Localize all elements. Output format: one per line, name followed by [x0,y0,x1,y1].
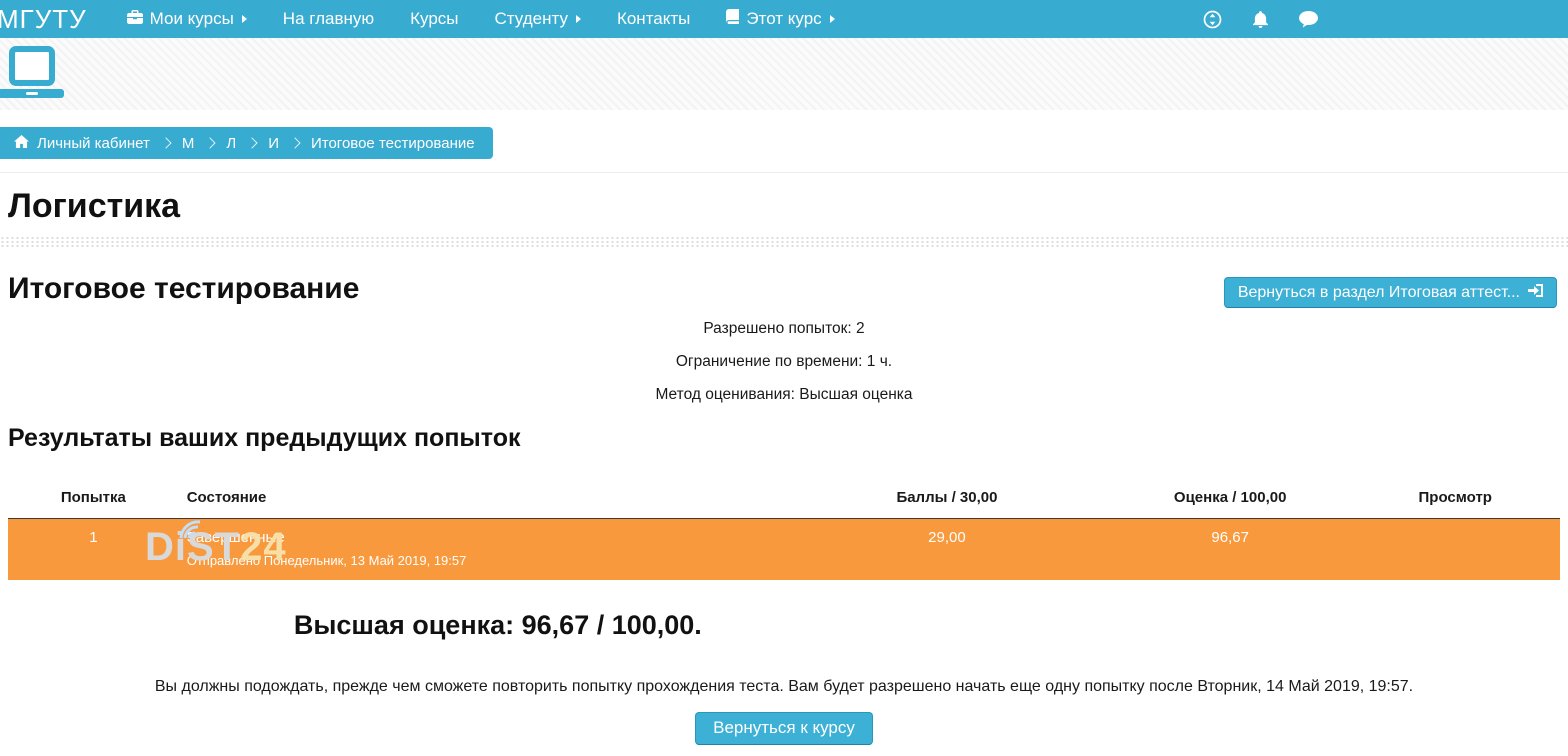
caret-icon [576,15,581,23]
caret-icon [242,15,247,23]
final-grade-text: Высшая оценка: 96,67 / 100,00. [0,610,996,640]
state-cell: Завершенные Отправлено Понедельник, 13 М… [179,519,784,580]
nav-label: Мои курсы [150,9,234,29]
button-label: Вернуться в раздел Итоговая аттест... [1238,284,1520,302]
submitted-text: Отправлено Понедельник, 13 Май 2019, 19:… [187,553,776,568]
table-row: 1 Завершенные Отправлено Понедельник, 13… [8,519,1560,580]
chevron-right-icon [205,137,216,148]
nav-contacts[interactable]: Контакты [599,0,708,38]
wait-message: Вы должны подождать, прежде чем сможете … [0,677,1568,696]
breadcrumb-label: Личный кабинет [37,135,150,152]
nav-this-course[interactable]: Этот курс [708,0,852,38]
laptop-logo-icon[interactable] [0,44,72,100]
col-state: Состояние [179,477,784,519]
header-banner [0,38,1568,110]
navbar-right-icons [1203,0,1318,38]
laptop-notch [26,92,38,95]
nav-label: Контакты [617,9,690,29]
table-header-row: Попытка Состояние Баллы / 30,00 Оценка /… [8,477,1560,519]
nav-label: Студенту [495,9,568,29]
col-attempt: Попытка [8,477,179,519]
top-navbar: МГУТУ Мои курсы На главную Курсы Студент… [0,0,1568,38]
breadcrumb-current: Итоговое тестирование [311,135,475,152]
dotted-divider [0,236,1568,248]
marks-cell: 29,00 [784,519,1110,580]
breadcrumb: Личный кабинет М Л И Итоговое тестирован… [0,127,493,159]
breadcrumb-label: И [268,135,279,152]
nav-courses[interactable]: Курсы [392,0,476,38]
review-cell [1350,519,1560,580]
bell-icon[interactable] [1253,11,1268,28]
nav-home[interactable]: На главную [265,0,392,38]
briefcase-icon [127,9,143,29]
col-grade: Оценка / 100,00 [1110,477,1351,519]
quiz-info: Разрешено попыток: 2 Ограничение по врем… [0,319,1568,405]
breadcrumb-label: Л [226,135,236,152]
breadcrumb-row: Личный кабинет М Л И Итоговое тестирован… [0,127,1568,159]
attempts-table: Попытка Состояние Баллы / 30,00 Оценка /… [8,477,1560,580]
breadcrumb-item-m[interactable]: М [182,135,195,152]
main-nav: Мои курсы На главную Курсы Студенту Конт… [109,0,853,38]
breadcrumb-item-l[interactable]: Л [226,135,236,152]
nav-my-courses[interactable]: Мои курсы [109,0,265,38]
results-heading: Результаты ваших предыдущих попыток [8,423,1568,453]
chevron-right-icon [160,137,171,148]
breadcrumb-dashboard[interactable]: Личный кабинет [14,135,150,152]
col-review: Просмотр [1350,477,1560,519]
laptop-screen [9,46,55,86]
chat-icon[interactable] [1299,11,1318,28]
home-icon [14,135,29,152]
nav-label: Этот курс [746,9,821,29]
breadcrumb-label: Итоговое тестирование [311,135,475,152]
back-to-course-button[interactable]: Вернуться к курсу [695,712,873,745]
caret-icon [830,15,835,23]
back-to-section-button[interactable]: Вернуться в раздел Итоговая аттест... [1224,277,1557,308]
brand-logo[interactable]: МГУТУ [0,4,87,35]
chevron-right-icon [247,137,258,148]
state-text: Завершенные [187,529,776,546]
attempts-allowed-text: Разрешено попыток: 2 [0,319,1568,339]
chevron-right-icon [289,137,300,148]
nav-label: На главную [283,9,374,29]
nav-label: Курсы [410,9,458,29]
fullscreen-toggle-icon[interactable] [1203,10,1222,29]
grading-method-text: Метод оценивания: Высшая оценка [0,385,1568,405]
breadcrumb-label: М [182,135,195,152]
grade-cell: 96,67 [1110,519,1351,580]
nav-student[interactable]: Студенту [477,0,599,38]
col-marks: Баллы / 30,00 [784,477,1110,519]
sign-in-icon [1528,284,1543,302]
laptop-base [0,89,64,98]
attempt-number-cell: 1 [8,519,179,580]
main-content: Логистика Итоговое тестирование Вернутьс… [0,172,1568,745]
book-icon [726,9,739,29]
breadcrumb-item-i[interactable]: И [268,135,279,152]
quiz-header: Итоговое тестирование Вернуться в раздел… [0,271,1568,307]
page-title: Логистика [8,186,1568,226]
time-limit-text: Ограничение по времени: 1 ч. [0,352,1568,372]
